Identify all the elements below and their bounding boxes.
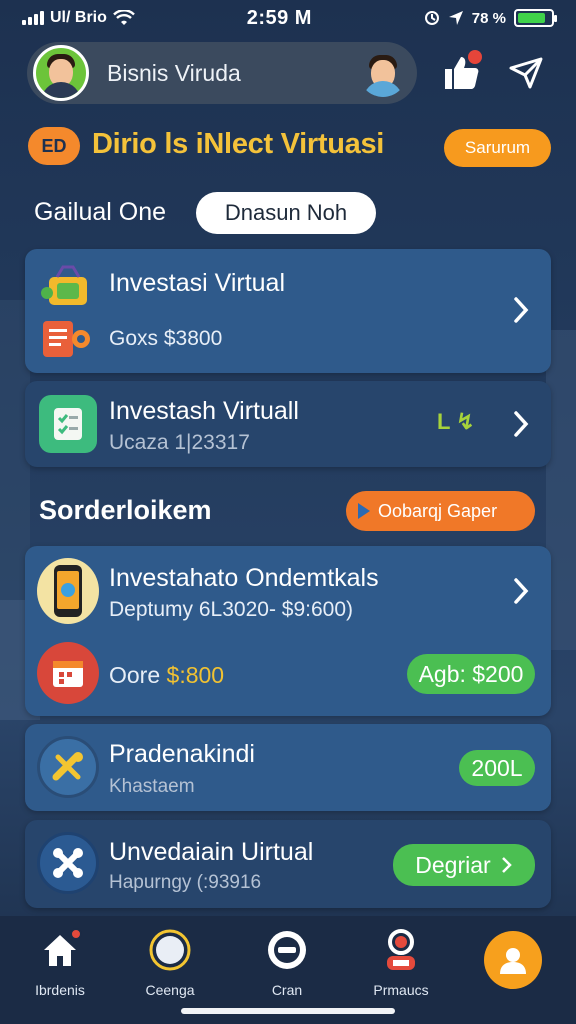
checklist-icon [39,395,97,453]
subheader-pill[interactable]: Dnasun Noh [196,192,376,234]
signal-icon [22,11,44,25]
nav-item-center[interactable]: Cran [232,926,342,998]
card-subtitle: Deptumy 6L3020- $9:600) [109,598,353,621]
nav-label: Cran [271,982,303,998]
avatar-secondary[interactable] [359,49,407,97]
nav-item-home[interactable]: Ibrdenis [5,926,115,998]
home-icon [36,926,84,974]
header-title: Bisnis Viruda [107,59,241,86]
amount-pill[interactable]: 200L [459,750,535,786]
user-icon [500,948,526,974]
nav-item-compass[interactable]: Ceenga [115,926,225,998]
minus-circle-icon [263,926,311,974]
price-row: Oore $:800 [109,662,224,689]
phone-icon [37,558,99,624]
cross-tools-icon [37,832,99,894]
card-title: Pradenakindi [109,740,255,768]
banner-badge-icon: ED [28,127,80,165]
investment-card[interactable]: Unvedaiain Uirtual Hapurngy (:93916 Degr… [25,820,551,908]
send-icon [509,57,543,89]
play-icon [358,503,370,519]
person-icon [377,926,425,974]
price-value: $:800 [166,662,225,688]
chevron-right-icon[interactable] [511,409,531,439]
profile-button[interactable] [484,931,542,989]
investment-card-large[interactable]: Investahato Ondemtkals Deptumy 6L3020- $… [25,546,551,716]
card-title: Investasi Virtual [109,269,286,297]
card-title: Unvedaiain Uirtual [109,838,314,866]
alarm-icon [424,11,439,25]
card-subtitle: Khastaem [109,776,195,797]
section-action-label: Oobarqj Gaper [378,500,498,521]
status-left: Ul/ Brio [22,9,135,27]
carrier-name: Ul/ Brio [50,9,107,26]
card-title: Investash Virtuall [109,397,299,425]
chevron-right-icon[interactable] [511,295,531,325]
status-time: 2:59 M [246,6,312,29]
chevron-right-icon[interactable] [511,576,531,606]
section-action-button[interactable]: Oobarqj Gaper [346,491,535,531]
wifi-icon [113,10,135,25]
banner-button[interactable]: Sarurum [444,129,551,167]
battery-percent: 78 % [471,9,506,27]
nav-label: Ceenga [145,982,195,998]
profile-header[interactable]: Bisnis Viruda [27,42,417,104]
notification-dot [70,928,82,940]
chevron-right-icon [501,857,512,873]
price-label: Oore [109,662,167,688]
amount-pill[interactable]: Agb: $200 [407,654,535,694]
card-subtitle: Hapurngy (:93916 [109,872,262,893]
card-subtitle: Goxs $3800 [109,327,223,350]
status-right: 78 % [424,9,557,27]
investment-card[interactable]: Investash Virtuall Ucaza 1|23317 L ↯ [25,381,551,467]
banner-title: Dirio ls iNlect Virtuasi [92,128,385,160]
section-title: Sorderloikem [39,495,212,525]
compass-icon [146,926,194,974]
card-tag: L ↯ [437,409,475,434]
investment-card[interactable]: Investasi Virtual Goxs $3800 [25,249,551,373]
document-gear-icon [39,317,95,361]
card-subtitle: Ucaza 1|23317 [109,431,250,454]
send-button[interactable] [506,54,546,92]
tools-icon [37,736,99,798]
location-arrow-icon [448,11,463,25]
status-bar: Ul/ Brio 2:59 M 78 % [0,0,576,36]
nav-label: Ibrdenis [35,982,85,998]
action-button-label: Degriar [415,851,491,878]
battery-icon [514,9,557,27]
nav-item-person[interactable]: Prmaucs [346,926,456,998]
action-button[interactable]: Degriar [393,844,535,886]
notification-dot [468,50,482,64]
like-button[interactable] [438,50,484,94]
calendar-icon [37,642,99,704]
avatar[interactable] [33,45,89,101]
investment-card[interactable]: Pradenakindi Khastaem 200L [25,724,551,811]
subheader-label: Gailual One [34,198,167,226]
home-indicator[interactable] [181,1008,395,1014]
wallet-icon [39,263,97,311]
nav-label: Prmaucs [373,982,429,998]
card-title: Investahato Ondemtkals [109,564,379,592]
